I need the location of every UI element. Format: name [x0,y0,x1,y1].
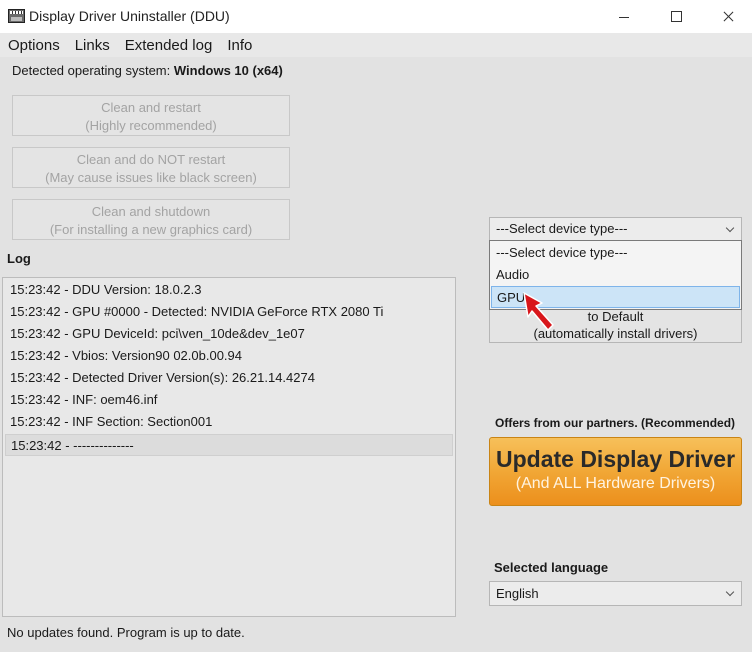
button-label: Clean and shutdown [91,204,211,219]
menu-bar: Options Links Extended log Info [0,33,752,57]
language-value: English [496,586,539,601]
detected-os: Detected operating system: Windows 10 (x… [12,63,283,78]
title-bar: Display Driver Uninstaller (DDU) [0,0,752,33]
os-value: Windows 10 (x64) [173,63,283,78]
button-sublabel: (Highly recommended) [85,118,217,133]
update-display-driver-button[interactable]: Update Display Driver (And ALL Hardware … [489,437,742,506]
device-type-select[interactable]: ---Select device type--- [489,217,742,241]
partners-label: Offers from our partners. (Recommended) [495,416,736,430]
button-label: Clean and restart [101,100,201,115]
button-label: Clean and do NOT restart [76,152,226,167]
update-button-title: Update Display Driver [495,446,736,472]
app-logo-icon [8,9,25,23]
log-entry[interactable]: 15:23:42 - DDU Version: 18.0.2.3 [5,279,453,301]
os-label: Detected operating system: [12,63,171,78]
log-entry[interactable]: 15:23:42 - GPU #0000 - Detected: NVIDIA … [5,301,453,323]
language-select[interactable]: English [489,581,742,606]
option-select-device-type[interactable]: ---Select device type--- [491,242,740,264]
log-list[interactable]: 15:23:42 - DDU Version: 18.0.2.3 15:23:4… [2,277,456,617]
maximize-button[interactable] [652,0,700,33]
clean-and-shutdown-button[interactable]: Clean and shutdown (For installing a new… [12,199,290,240]
status-text: No updates found. Program is up to date. [7,625,245,640]
log-heading: Log [7,251,31,266]
close-button[interactable] [704,0,752,33]
log-entry[interactable]: 15:23:42 - GPU DeviceId: pci\ven_10de&de… [5,323,453,345]
chevron-down-icon [725,587,735,597]
menu-extended-log[interactable]: Extended log [125,37,213,54]
minimize-button[interactable] [600,0,648,33]
window-title: Display Driver Uninstaller (DDU) [29,8,230,24]
menu-info[interactable]: Info [227,37,252,54]
language-label: Selected language [494,560,609,575]
log-entry[interactable]: 15:23:42 - Detected Driver Version(s): 2… [5,367,453,389]
menu-options[interactable]: Options [8,37,60,54]
log-entry[interactable]: 15:23:42 - INF Section: Section001 [5,411,453,433]
button-sublabel: (For installing a new graphics card) [49,222,253,237]
option-audio[interactable]: Audio [491,264,740,286]
button-sublabel: (May cause issues like black screen) [45,170,257,185]
log-entry[interactable]: 15:23:42 - Vbios: Version90 02.0b.00.94 [5,345,453,367]
clean-no-restart-button[interactable]: Clean and do NOT restart (May cause issu… [12,147,290,188]
log-entry[interactable]: 15:23:42 - INF: oem46.inf [5,389,453,411]
update-button-subtitle: (And ALL Hardware Drivers) [515,475,716,492]
clean-and-restart-button[interactable]: Clean and restart (Highly recommended) [12,95,290,136]
menu-links[interactable]: Links [75,37,110,54]
app-window: Display Driver Uninstaller (DDU) Options… [0,0,752,652]
device-type-value: ---Select device type--- [496,221,628,236]
chevron-down-icon [725,223,735,233]
red-cursor-arrow-icon [523,292,554,331]
log-entry-selected[interactable]: 15:23:42 - -------------- [5,434,453,456]
